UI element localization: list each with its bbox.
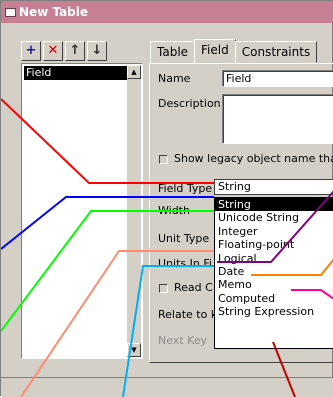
- description-label: Description: [158, 97, 221, 110]
- field-type-select[interactable]: String: [214, 179, 333, 195]
- delete-field-icon[interactable]: ✕: [43, 41, 63, 61]
- move-down-icon[interactable]: ↓: [87, 41, 107, 61]
- option-string-expression[interactable]: String Expression: [215, 305, 333, 318]
- units-label: Units In Fi: [158, 257, 212, 270]
- status-bar: [1, 377, 333, 397]
- add-field-icon[interactable]: +: [21, 41, 41, 61]
- scroll-up-icon[interactable]: ▲: [127, 65, 141, 79]
- tab-field[interactable]: Field: [194, 39, 236, 63]
- option-integer[interactable]: Integer: [215, 225, 333, 238]
- option-logical[interactable]: Logical: [215, 252, 333, 265]
- tab-table[interactable]: Table: [150, 41, 196, 63]
- field-toolbar: + ✕ ↑ ↓: [21, 41, 107, 61]
- new-table-window: New Table + ✕ ↑ ↓ Field ▲ ▼ Table Field …: [0, 0, 333, 397]
- window-title: New Table: [19, 5, 89, 19]
- next-key-label: Next Key: [158, 334, 208, 347]
- window-icon[interactable]: [5, 7, 16, 17]
- read-only-checkbox[interactable]: [159, 284, 168, 293]
- title-bar: New Table: [1, 1, 333, 23]
- move-up-icon[interactable]: ↑: [65, 41, 85, 61]
- option-floating-point[interactable]: Floating-point: [215, 238, 333, 251]
- description-field[interactable]: [222, 94, 333, 144]
- legacy-name-checkbox[interactable]: [159, 155, 168, 164]
- field-list-scrollbar[interactable]: ▲ ▼: [127, 65, 141, 357]
- scroll-down-icon[interactable]: ▼: [127, 343, 141, 357]
- name-label: Name: [158, 72, 191, 85]
- option-unicode-string[interactable]: Unicode String: [215, 211, 333, 224]
- legacy-name-label: Show legacy object name tha: [174, 152, 333, 165]
- field-type-dropdown[interactable]: String Unicode String Integer Floating-p…: [214, 197, 333, 349]
- field-type-value: String: [218, 180, 251, 193]
- tab-bar: Table Field Constraints: [150, 39, 318, 63]
- list-item[interactable]: Field: [24, 66, 128, 80]
- field-type-label: Field Type: [158, 182, 213, 195]
- unit-type-label: Unit Type: [158, 232, 210, 245]
- name-field[interactable]: Field: [222, 70, 333, 87]
- option-computed[interactable]: Computed: [215, 292, 333, 305]
- option-string[interactable]: String: [215, 198, 333, 212]
- relate-label: Relate to k: [158, 308, 218, 321]
- width-label: Width: [158, 204, 190, 217]
- read-only-label: Read C: [174, 281, 213, 294]
- tab-constraints[interactable]: Constraints: [234, 41, 318, 63]
- field-list[interactable]: Field ▲ ▼: [21, 63, 143, 359]
- option-date[interactable]: Date: [215, 265, 333, 278]
- option-memo[interactable]: Memo: [215, 278, 333, 291]
